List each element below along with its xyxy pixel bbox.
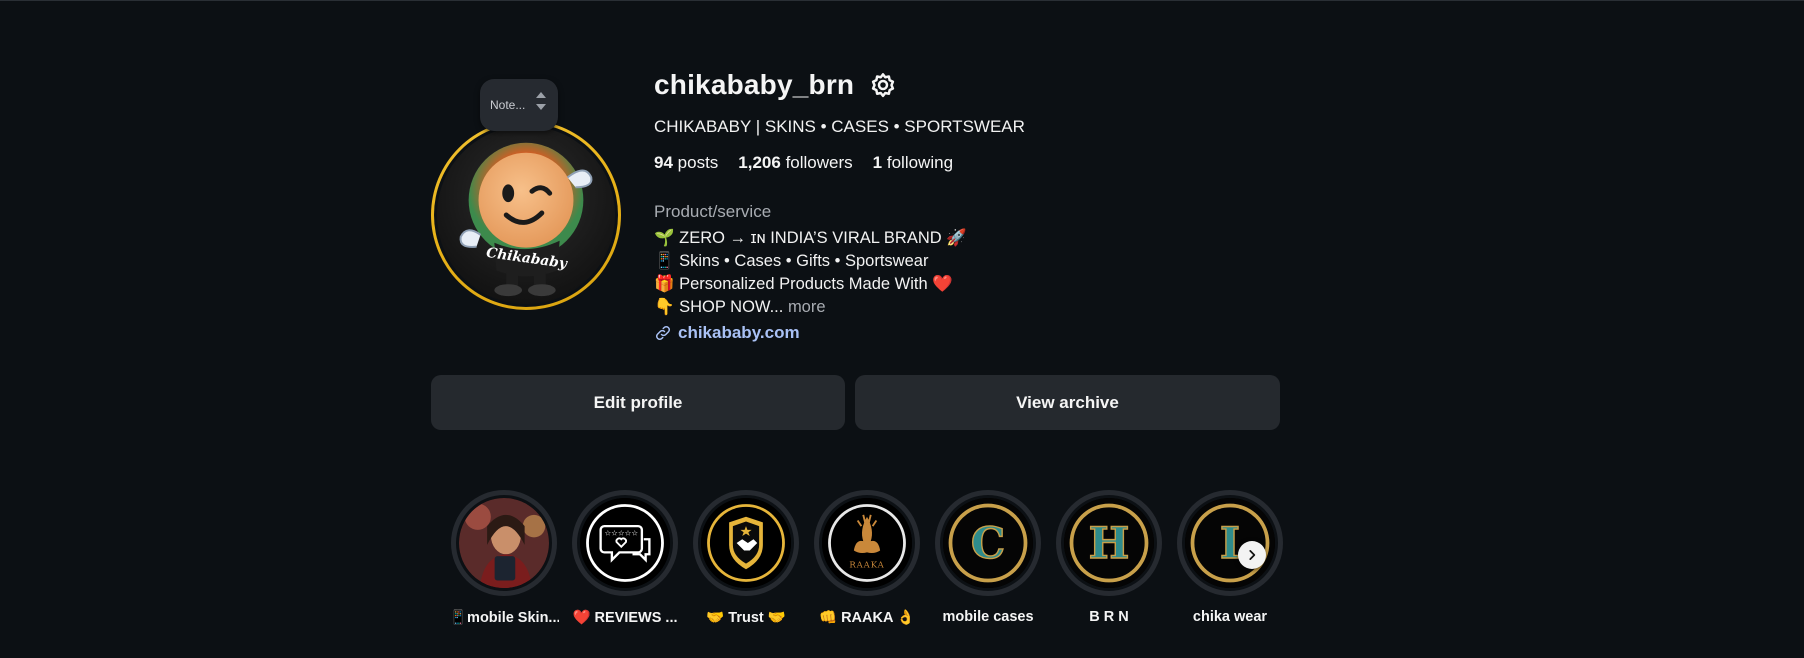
caret-up-icon[interactable] xyxy=(536,92,546,98)
followers-count: 1,206 xyxy=(738,153,781,172)
highlight-item[interactable]: ☆☆☆☆☆ ❤️ REVIEWS ... xyxy=(570,490,680,626)
raaka-logo-icon: RAAKA xyxy=(822,498,912,588)
posts-stat[interactable]: 94 posts xyxy=(654,153,718,173)
following-count: 1 xyxy=(872,153,883,172)
highlight-label: ❤️ REVIEWS ... xyxy=(572,610,678,626)
followers-label: followers xyxy=(785,153,853,172)
profile-avatar[interactable]: Chikababy xyxy=(431,120,621,310)
username: chikababy_brn xyxy=(654,69,855,100)
highlight-label: B R N xyxy=(1089,609,1129,625)
svg-text:I: I xyxy=(1220,519,1240,569)
letter-i-cover: I xyxy=(1185,498,1275,588)
highlight-label: mobile cases xyxy=(942,609,1034,625)
highlight-item[interactable]: 📱mobile Skin... xyxy=(449,490,559,626)
highlight-photo-cover xyxy=(459,498,549,588)
website-link-text: chikababy.com xyxy=(678,323,800,342)
username-row: chikababy_brn xyxy=(654,69,898,101)
view-archive-button[interactable]: View archive xyxy=(855,375,1280,430)
website-link[interactable]: chikababy.com xyxy=(654,323,800,343)
handshake-badge-icon xyxy=(701,498,791,588)
profile-bio: 🌱 ZERO → ɪɴ INDIA’S VIRAL BRAND 🚀 📱 Skin… xyxy=(654,227,967,319)
following-stat[interactable]: 1 following xyxy=(873,153,953,173)
highlight-item[interactable]: 🤝 Trust 🤝 xyxy=(691,490,801,626)
avatar-mascot-image: Chikababy xyxy=(459,142,593,297)
bio-line-text: 👇 SHOP NOW... xyxy=(654,298,784,316)
profile-page: Chikababy Note... chikababy_brn CHIKABAB… xyxy=(0,1,1804,658)
highlight-item[interactable]: H B R N xyxy=(1054,490,1164,625)
note-bubble[interactable]: Note... xyxy=(480,79,558,131)
bio-line: 🎁 Personalized Products Made With ❤️ xyxy=(654,275,953,293)
letter-h-cover: H xyxy=(1064,498,1154,588)
highlight-label: chika wear xyxy=(1192,609,1268,625)
highlights-next-button[interactable] xyxy=(1238,541,1266,569)
letter-c-cover: C xyxy=(943,498,1033,588)
chevron-right-icon xyxy=(1249,550,1256,560)
bio-line: 📱 Skins • Cases • Gifts • Sportswear xyxy=(654,252,929,270)
highlight-item[interactable]: C mobile cases xyxy=(933,490,1043,625)
svg-text:H: H xyxy=(1089,519,1130,569)
full-name: CHIKABABY | SKINS • CASES • SPORTSWEAR xyxy=(654,117,1025,136)
highlight-label: 📱mobile Skin... xyxy=(449,610,559,626)
svg-text:RAAKA: RAAKA xyxy=(849,559,884,569)
bio-more-link[interactable]: more xyxy=(788,298,826,316)
bio-line: 🌱 ZERO → ɪɴ INDIA’S VIRAL BRAND 🚀 xyxy=(654,229,967,247)
profile-stats: 94 posts 1,206 followers 1 following xyxy=(654,153,953,173)
edit-profile-button[interactable]: Edit profile xyxy=(431,375,845,430)
highlight-item[interactable]: I chika wear xyxy=(1175,490,1285,625)
highlight-label: 👊 RAAKA 👌 xyxy=(819,610,915,626)
link-icon xyxy=(655,325,671,341)
svg-text:☆☆☆☆☆: ☆☆☆☆☆ xyxy=(604,529,638,538)
caret-down-icon[interactable] xyxy=(536,104,546,110)
highlight-item[interactable]: RAAKA 👊 RAAKA 👌 xyxy=(812,490,922,626)
profile-category: Product/service xyxy=(654,202,772,221)
posts-count: 94 xyxy=(654,153,673,172)
highlight-label: 🤝 Trust 🤝 xyxy=(706,610,786,626)
followers-stat[interactable]: 1,206 followers xyxy=(738,153,852,173)
settings-gear-icon[interactable] xyxy=(868,70,898,100)
bio-line-last: 👇 SHOP NOW... more xyxy=(654,296,967,319)
following-label: following xyxy=(886,153,954,172)
reviews-chat-icon: ☆☆☆☆☆ xyxy=(580,498,670,588)
posts-label: posts xyxy=(677,153,719,172)
note-scroll-arrows[interactable] xyxy=(536,92,546,110)
svg-text:C: C xyxy=(971,519,1005,569)
story-highlights: 📱mobile Skin... ☆☆☆☆☆ ❤️ REVIEWS ... 🤝 T… xyxy=(449,490,1289,630)
note-placeholder: Note... xyxy=(490,98,526,112)
